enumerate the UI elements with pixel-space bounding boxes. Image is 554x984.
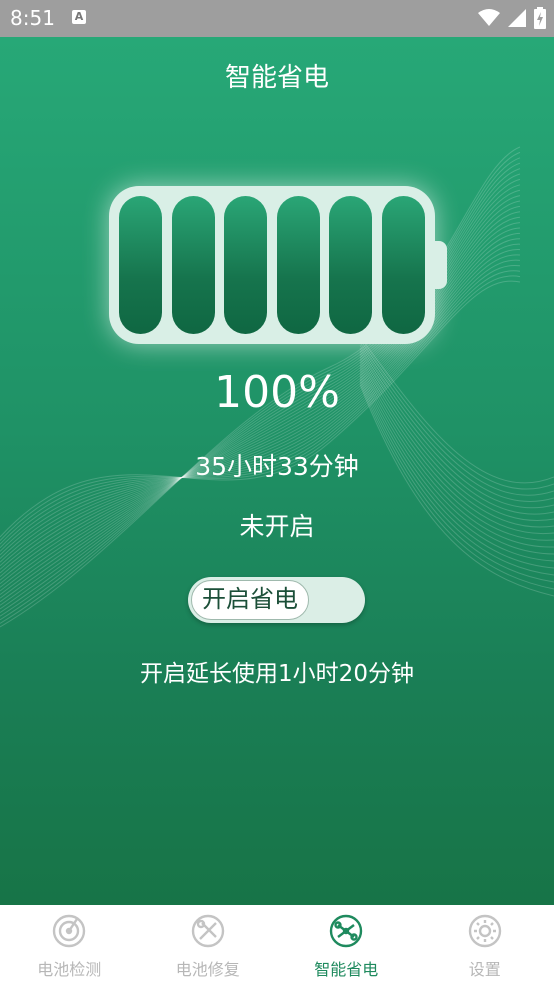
gauge-icon bbox=[53, 914, 86, 948]
tab-label: 智能省电 bbox=[314, 960, 379, 979]
battery-cell bbox=[171, 196, 215, 334]
power-save-toggle[interactable]: 开启省电 bbox=[188, 577, 365, 623]
tab-settings[interactable]: 设置 bbox=[416, 905, 554, 984]
cell-signal-icon bbox=[508, 9, 526, 27]
tab-label: 设置 bbox=[468, 960, 501, 979]
tab-label: 电池检测 bbox=[37, 960, 102, 979]
extend-hint: 开启延长使用1小时20分钟 bbox=[140, 661, 414, 687]
power-save-state: 未开启 bbox=[239, 512, 315, 541]
wifi-icon bbox=[478, 9, 500, 26]
battery-cell bbox=[329, 196, 373, 334]
battery-cell bbox=[381, 196, 425, 334]
power-save-toggle-label: 开启省电 bbox=[191, 580, 309, 620]
tab-power-save[interactable]: 智能省电 bbox=[277, 905, 416, 984]
bottom-tab-bar: 电池检测 电池修复 智能省电 设置 bbox=[0, 905, 554, 984]
battery-terminal bbox=[433, 241, 447, 289]
battery-cell bbox=[224, 196, 268, 334]
battery-cell bbox=[119, 196, 162, 334]
battery-cells bbox=[119, 196, 425, 334]
remaining-time: 35小时33分钟 bbox=[195, 452, 359, 481]
battery-percent: 100% bbox=[214, 367, 340, 418]
battery-status-icon bbox=[534, 7, 546, 29]
battery-cell bbox=[276, 196, 320, 334]
power-save-icon bbox=[330, 914, 363, 948]
tab-battery-check[interactable]: 电池检测 bbox=[0, 905, 139, 984]
battery-graphic bbox=[109, 186, 447, 344]
tab-label: 电池修复 bbox=[175, 960, 240, 979]
tab-battery-repair[interactable]: 电池修复 bbox=[139, 905, 278, 984]
notification-a-icon: A bbox=[72, 10, 86, 24]
page-title: 智能省电 bbox=[224, 63, 329, 93]
repair-icon bbox=[191, 914, 224, 948]
gear-icon bbox=[468, 914, 501, 948]
status-bar: 8:51 A bbox=[0, 0, 554, 37]
main-screen: 智能省电 100% 35小时33分钟 未开启 开启省电 开启延长使用1小时20分… bbox=[0, 37, 554, 905]
status-time: 8:51 bbox=[10, 6, 55, 30]
